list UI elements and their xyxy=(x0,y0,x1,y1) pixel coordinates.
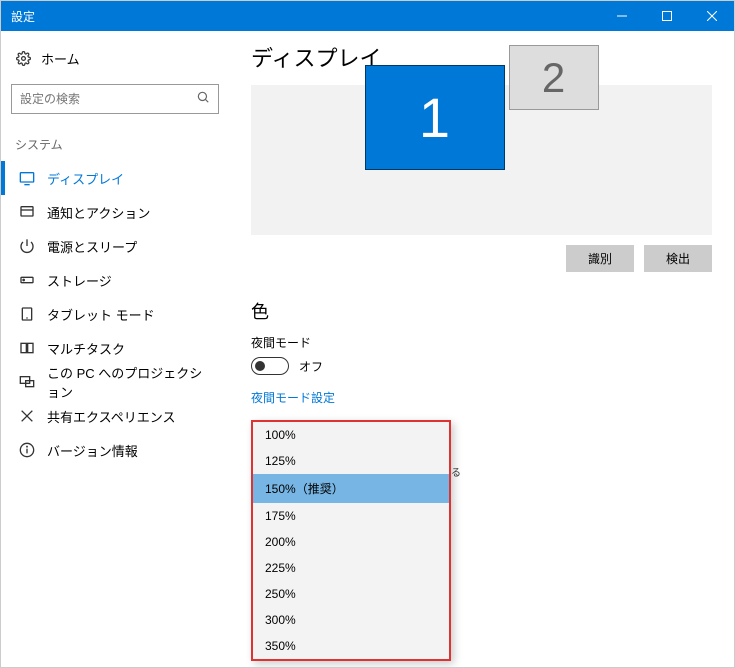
monitor-arrangement[interactable]: 1 2 xyxy=(251,85,712,235)
sidebar-item-shared[interactable]: 共有エクスペリエンス xyxy=(11,399,219,433)
night-mode-settings-link[interactable]: 夜間モード設定 xyxy=(251,389,335,406)
power-icon xyxy=(19,238,35,254)
shared-icon xyxy=(19,408,35,424)
home-label: ホーム xyxy=(41,49,80,68)
scale-option[interactable]: 125% xyxy=(253,448,449,474)
main-content: ディスプレイ 1 2 識別 検出 色 夜間モード オフ 夜間モード設定 る 10… xyxy=(229,31,734,667)
monitor-icon xyxy=(19,170,35,186)
sidebar-item-label: タブレット モード xyxy=(47,305,155,324)
sidebar-item-multitask[interactable]: マルチタスク xyxy=(11,331,219,365)
window-title: 設定 xyxy=(11,8,35,25)
home-button[interactable]: ホーム xyxy=(11,43,219,74)
night-mode-toggle[interactable] xyxy=(251,357,289,375)
scale-option[interactable]: 250% xyxy=(253,581,449,607)
search-icon xyxy=(196,90,210,109)
scale-option[interactable]: 150%（推奨） xyxy=(253,474,449,503)
monitor-2[interactable]: 2 xyxy=(509,45,599,110)
sidebar-item-projection[interactable]: この PC へのプロジェクション xyxy=(11,365,219,399)
sidebar-item-display[interactable]: ディスプレイ xyxy=(11,161,219,195)
sidebar-item-notifications[interactable]: 通知とアクション xyxy=(11,195,219,229)
projection-icon xyxy=(19,374,35,390)
sidebar-item-label: 通知とアクション xyxy=(47,203,150,222)
category-label: システム xyxy=(15,136,215,153)
sidebar-item-label: マルチタスク xyxy=(47,339,125,358)
monitor-1[interactable]: 1 xyxy=(365,65,505,170)
sidebar-item-label: バージョン情報 xyxy=(47,441,138,460)
scale-dropdown-open: 100%125%150%（推奨）175%200%225%250%300%350% xyxy=(251,420,451,661)
scale-option[interactable]: 225% xyxy=(253,555,449,581)
search-input[interactable] xyxy=(20,92,196,106)
identify-button[interactable]: 識別 xyxy=(566,245,634,272)
sidebar-item-label: 電源とスリープ xyxy=(47,237,137,256)
night-mode-label: 夜間モード xyxy=(251,334,712,351)
scale-option[interactable]: 100% xyxy=(253,422,449,448)
info-icon xyxy=(19,442,35,458)
gear-icon xyxy=(15,51,31,67)
sidebar: ホーム システム ディスプレイ 通知とアクション 電源とスリープ ストレージ タ… xyxy=(1,31,229,667)
truncated-text: る xyxy=(451,464,461,479)
storage-icon xyxy=(19,272,35,288)
sidebar-item-label: 共有エクスペリエンス xyxy=(47,407,175,426)
color-heading: 色 xyxy=(251,298,712,324)
tablet-icon xyxy=(19,306,35,322)
minimize-button[interactable] xyxy=(599,1,644,31)
sidebar-item-label: ディスプレイ xyxy=(47,169,124,188)
sidebar-item-tablet[interactable]: タブレット モード xyxy=(11,297,219,331)
detect-button[interactable]: 検出 xyxy=(644,245,712,272)
sidebar-item-storage[interactable]: ストレージ xyxy=(11,263,219,297)
sidebar-item-power[interactable]: 電源とスリープ xyxy=(11,229,219,263)
sidebar-item-label: ストレージ xyxy=(47,271,112,290)
multitask-icon xyxy=(19,340,35,356)
scale-option[interactable]: 300% xyxy=(253,607,449,633)
maximize-button[interactable] xyxy=(644,1,689,31)
sidebar-item-label: この PC へのプロジェクション xyxy=(47,363,215,401)
scale-option[interactable]: 200% xyxy=(253,529,449,555)
scale-option[interactable]: 175% xyxy=(253,503,449,529)
notification-icon xyxy=(19,204,35,220)
title-bar: 設定 xyxy=(1,1,734,31)
search-box[interactable] xyxy=(11,84,219,114)
scale-option[interactable]: 350% xyxy=(253,633,449,659)
close-button[interactable] xyxy=(689,1,734,31)
sidebar-item-about[interactable]: バージョン情報 xyxy=(11,433,219,467)
toggle-state: オフ xyxy=(299,358,323,375)
